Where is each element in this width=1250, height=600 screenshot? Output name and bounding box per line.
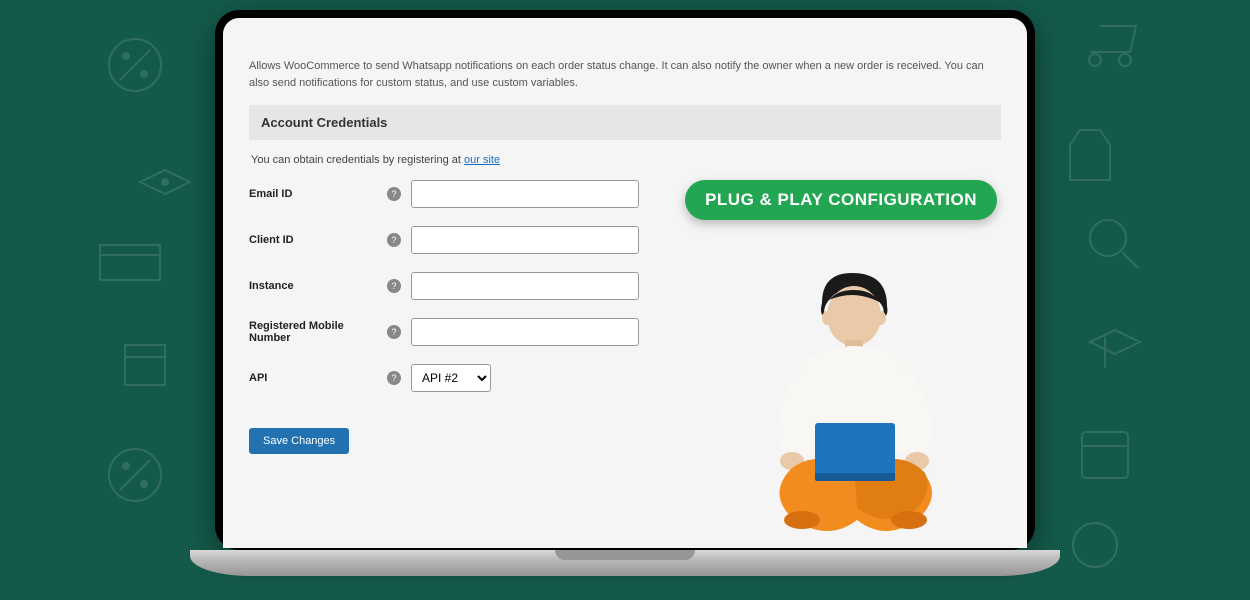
our-site-link[interactable]: our site: [464, 154, 500, 166]
laptop-base: [190, 550, 1060, 576]
label-api: API: [249, 372, 387, 384]
mobile-input[interactable]: [411, 318, 639, 346]
help-icon[interactable]: ?: [387, 279, 401, 293]
credentials-subnote: You can obtain credentials by registerin…: [249, 140, 1001, 180]
plugin-description: Allows WooCommerce to send Whatsapp noti…: [249, 58, 1001, 91]
section-header-credentials: Account Credentials: [249, 105, 1001, 140]
label-client: Client ID: [249, 234, 387, 246]
promo-badge: PLUG & PLAY CONFIGURATION: [685, 180, 997, 220]
laptop-mockup: Allows WooCommerce to send Whatsapp noti…: [190, 10, 1060, 590]
save-changes-button[interactable]: Save Changes: [249, 428, 349, 454]
label-instance: Instance: [249, 280, 387, 292]
instance-input[interactable]: [411, 272, 639, 300]
laptop-frame: Allows WooCommerce to send Whatsapp noti…: [215, 10, 1035, 550]
character-illustration: [737, 268, 967, 548]
client-input[interactable]: [411, 226, 639, 254]
help-icon[interactable]: ?: [387, 187, 401, 201]
email-input[interactable]: [411, 180, 639, 208]
label-mobile: Registered Mobile Number: [249, 320, 387, 344]
api-select[interactable]: API #2: [411, 364, 491, 392]
row-client: Client ID ?: [249, 226, 1001, 254]
laptop-screen: Allows WooCommerce to send Whatsapp noti…: [223, 18, 1027, 548]
label-email: Email ID: [249, 188, 387, 200]
help-icon[interactable]: ?: [387, 233, 401, 247]
subnote-text: You can obtain credentials by registerin…: [251, 154, 464, 166]
help-icon[interactable]: ?: [387, 371, 401, 385]
help-icon[interactable]: ?: [387, 325, 401, 339]
